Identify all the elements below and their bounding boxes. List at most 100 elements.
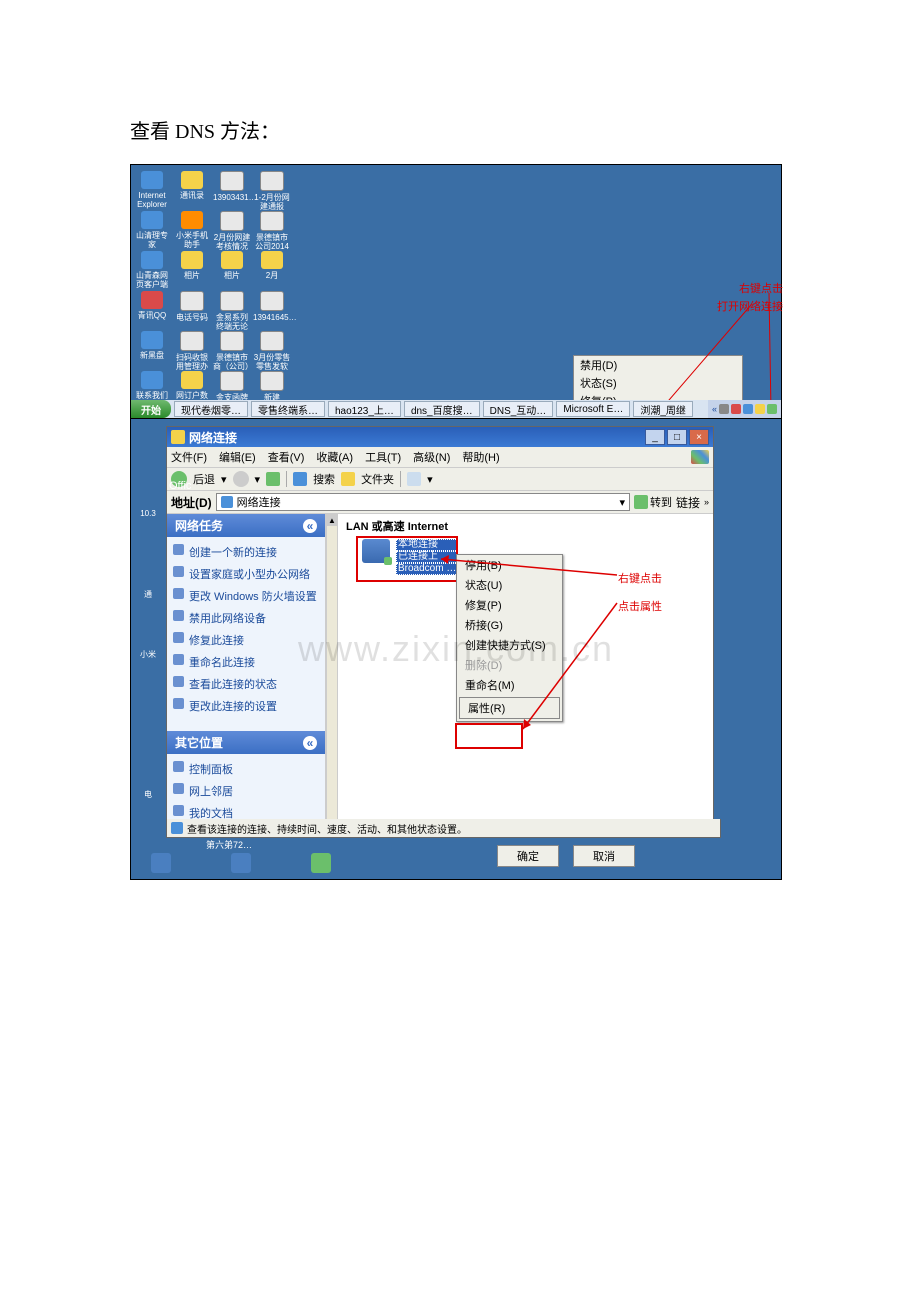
ctx-delete: 删除(D) xyxy=(457,655,562,675)
close-button[interactable]: × xyxy=(689,429,709,445)
side-task-item[interactable]: 设置家庭或小型办公网络 xyxy=(167,563,325,585)
status-text: 查看该连接的连接、持续时间、速度、活动、和其他状态设置。 xyxy=(187,821,467,836)
taskbar: 开始 现代卷烟零…零售终端系…hao123_上…dns_百度搜…DNS_互动…M… xyxy=(131,400,781,418)
side-task-item[interactable]: 更改 Windows 防火墙设置 xyxy=(167,585,325,607)
desktop-icon[interactable]: 小米手机助手 xyxy=(173,211,211,249)
desktop-icon[interactable]: 1-2月份网建通报 xyxy=(253,171,291,211)
ctx-rename[interactable]: 重命名(M) xyxy=(457,675,562,695)
go-button[interactable]: 转到 xyxy=(634,494,672,510)
desktop-icon[interactable]: 电话号码 xyxy=(173,291,211,322)
explorer-window: 网络连接 _ □ × 文件(F) 编辑(E) 查看(V) 收藏(A) 工具(T) 高级(N… xyxy=(166,426,714,838)
desktop-icon[interactable]: 网订户数 xyxy=(173,371,211,400)
desktop-icon[interactable]: Internet Explorer xyxy=(133,171,171,209)
desktop-icon[interactable]: 相片 xyxy=(173,251,211,280)
taskbar-button[interactable]: 浏潮_周继 xyxy=(633,401,693,417)
side-panel: 网络任务« 创建一个新的连接设置家庭或小型办公网络更改 Windows 防火墙设… xyxy=(167,514,326,837)
menu-item[interactable]: 帮助(H) xyxy=(462,449,499,465)
minimize-button[interactable]: _ xyxy=(645,429,665,445)
start-button[interactable]: 开始 xyxy=(131,400,171,418)
taskbar-button[interactable]: hao123_上… xyxy=(328,401,401,417)
search-label: 搜索 xyxy=(313,471,335,487)
address-icon xyxy=(221,496,233,508)
ctx-shortcut[interactable]: 创建快捷方式(S) xyxy=(457,635,562,655)
taskbar-button[interactable]: dns_百度搜… xyxy=(404,401,480,417)
desktop-icon[interactable]: 相片 xyxy=(213,251,251,280)
menu-item[interactable]: 编辑(E) xyxy=(219,449,256,465)
content-pane: LAN 或高速 Internet 本地连接 已连接上 Broadcom … 停用… xyxy=(338,514,713,837)
status-icon xyxy=(171,822,183,834)
windows-logo-icon xyxy=(691,450,709,464)
desktop-icon[interactable]: 2月 xyxy=(253,251,291,280)
menu-item[interactable]: 高级(N) xyxy=(413,449,450,465)
address-value: 网络连接 xyxy=(237,494,281,510)
anno-right-click-2: 右键点击 xyxy=(618,570,662,586)
menu-item[interactable]: 文件(F) xyxy=(171,449,207,465)
folders-label: 文件夹 xyxy=(361,471,394,487)
desktop-icon[interactable]: 山青森网页客户端 xyxy=(133,251,171,289)
doc-heading: 查看 DNS 方法： xyxy=(130,115,790,144)
menu-item[interactable]: 查看(V) xyxy=(268,449,305,465)
sliver-label-2: 通 xyxy=(133,589,163,600)
back-label: 后退 xyxy=(193,471,215,487)
ctx-status[interactable]: 状态(U) xyxy=(457,575,562,595)
desktop-icon[interactable]: 联系我们 xyxy=(133,371,171,400)
ctx-disable[interactable]: 停用(B) xyxy=(457,555,562,575)
ok-button[interactable]: 确定 xyxy=(497,845,559,867)
taskbar-button[interactable]: 现代卷烟零… xyxy=(174,401,248,417)
side-task-item[interactable]: 更改此连接的设置 xyxy=(167,695,325,717)
side-other-header[interactable]: 其它位置« xyxy=(167,731,325,754)
window-title: 网络连接 xyxy=(189,429,237,446)
category-label: LAN 或高速 Internet xyxy=(338,514,713,538)
menu-disable[interactable]: 禁用(D) xyxy=(574,356,742,374)
screenshot-2: 10.3 通 小米 电 网络连接 _ □ × 文件(F)编辑(E)查看(V)收藏… xyxy=(130,418,782,880)
side-task-item[interactable]: 创建一个新的连接 xyxy=(167,541,325,563)
system-tray[interactable]: « xyxy=(708,400,781,418)
desktop-icon[interactable]: 景德镇市商（公司） xyxy=(213,331,251,371)
forward-button[interactable] xyxy=(233,471,249,487)
menu-bar[interactable]: 文件(F) 编辑(E) 查看(V) 收藏(A) 工具(T) 高级(N) 帮助(H) xyxy=(167,447,713,468)
side-task-item[interactable]: 禁用此网络设备 xyxy=(167,607,325,629)
cancel-button[interactable]: 取消 xyxy=(573,845,635,867)
sliver-label-3: 小米 xyxy=(133,649,163,660)
side-tasks-header[interactable]: 网络任务« xyxy=(167,514,325,537)
anno-click-properties: 点击属性 xyxy=(618,598,662,614)
side-other-item[interactable]: 网上邻居 xyxy=(167,780,325,802)
views-button[interactable] xyxy=(407,472,421,486)
menu-status[interactable]: 状态(S) xyxy=(574,374,742,392)
anno-right-click: 右键点击 xyxy=(739,280,783,296)
links-label: 链接 xyxy=(676,494,700,511)
folders-icon[interactable] xyxy=(341,472,355,486)
menu-item[interactable]: 收藏(A) xyxy=(316,449,353,465)
maximize-button[interactable]: □ xyxy=(667,429,687,445)
app-icon xyxy=(171,430,185,444)
ctx-properties[interactable]: 属性(R) xyxy=(459,697,560,719)
up-button[interactable] xyxy=(266,472,280,486)
go-icon xyxy=(634,495,648,509)
taskbar-button[interactable]: 零售终端系… xyxy=(251,401,325,417)
search-icon[interactable] xyxy=(293,472,307,486)
offic-label: Offic xyxy=(167,478,193,494)
taskbar-icons-sliver xyxy=(151,853,331,873)
ctx-bridge[interactable]: 桥接(G) xyxy=(457,615,562,635)
menu-item[interactable]: 工具(T) xyxy=(365,449,401,465)
red-highlight-box-item xyxy=(356,536,458,582)
desktop-icon[interactable]: 13941645… xyxy=(253,291,291,322)
taskbar-button[interactable]: Microsoft E… xyxy=(556,401,630,417)
lan-context-menu: 停用(B) 状态(U) 修复(P) 桥接(G) 创建快捷方式(S) 删除(D) … xyxy=(456,554,563,722)
side-other-item[interactable]: 控制面板 xyxy=(167,758,325,780)
address-bar: 地址(D) 网络连接 ▾ 转到 链接» xyxy=(167,491,713,514)
title-bar[interactable]: 网络连接 _ □ × xyxy=(167,427,713,447)
address-input[interactable]: 网络连接 ▾ xyxy=(216,493,630,511)
side-task-item[interactable]: 修复此连接 xyxy=(167,629,325,651)
desktop-icon[interactable]: 青讯QQ xyxy=(133,291,171,320)
taskbar-button[interactable]: DNS_互动… xyxy=(483,401,554,417)
side-task-item[interactable]: 重命名此连接 xyxy=(167,651,325,673)
side-task-item[interactable]: 查看此连接的状态 xyxy=(167,673,325,695)
desktop-icon[interactable]: 山清理专家 xyxy=(133,211,171,249)
desktop-icon[interactable]: 通讯录 xyxy=(173,171,211,200)
ctx-repair[interactable]: 修复(P) xyxy=(457,595,562,615)
chevron-icon: « xyxy=(303,519,317,533)
desktop-icon[interactable]: 13903431… xyxy=(213,171,251,202)
desktop-icon[interactable]: 新黑盘 xyxy=(133,331,171,360)
scrollbar[interactable]: ▲▼ xyxy=(326,514,338,837)
